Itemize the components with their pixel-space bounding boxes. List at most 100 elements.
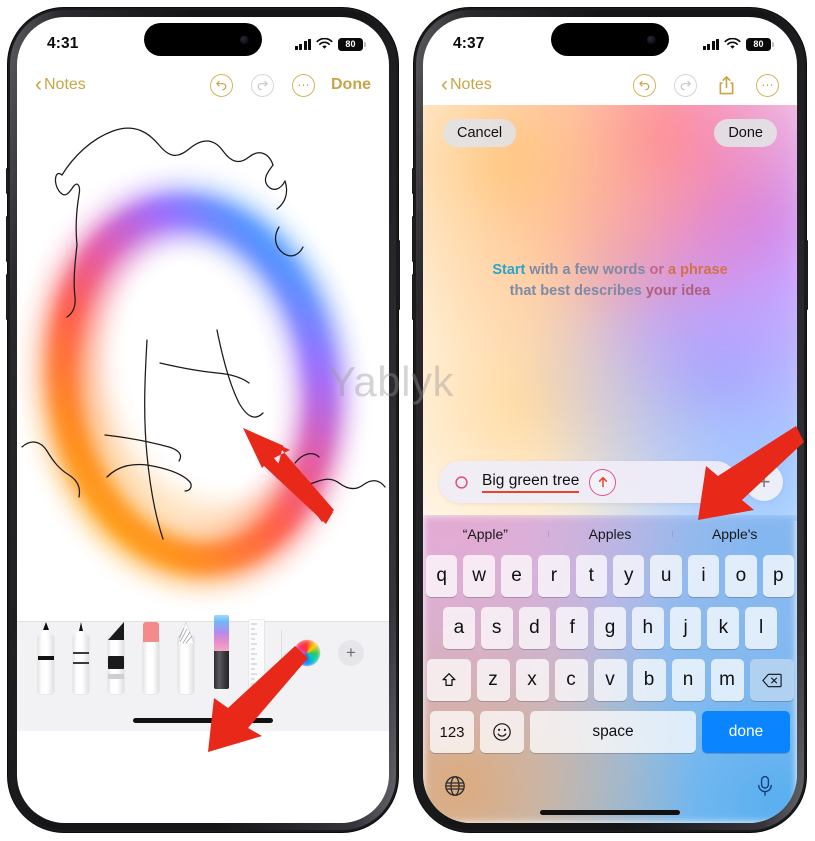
markup-tool-palette: + <box>17 615 389 731</box>
ruler-ticks-icon <box>251 623 257 685</box>
nav-bar-left: ‹ Notes ⋯ Done <box>17 65 389 105</box>
prompt-input-field[interactable]: Big green tree <box>439 461 737 503</box>
key-h[interactable]: h <box>631 607 664 649</box>
ellipsis-icon-right[interactable]: ⋯ <box>756 73 779 97</box>
key-x[interactable]: x <box>515 659 549 701</box>
suggestion-bar: “Apple” Apples Apple's <box>423 515 797 553</box>
key-d[interactable]: d <box>518 607 551 649</box>
key-f[interactable]: f <box>556 607 589 649</box>
front-camera-icon-right <box>647 35 656 44</box>
key-a[interactable]: a <box>442 607 475 649</box>
undo-icon-right[interactable] <box>633 73 656 97</box>
key-t[interactable]: t <box>575 555 607 597</box>
space-key[interactable]: space <box>530 711 696 753</box>
key-v[interactable]: v <box>593 659 627 701</box>
backspace-icon[interactable] <box>749 659 794 701</box>
battery-level: 80 <box>345 38 356 49</box>
cellular-bars-icon <box>294 38 311 50</box>
volume-up-button-right[interactable] <box>412 216 415 262</box>
drawing-canvas[interactable]: + <box>17 105 389 731</box>
prompt-text-value: Big green tree <box>482 472 580 493</box>
keyboard-done-key[interactable]: done <box>702 711 790 753</box>
volume-up-button[interactable] <box>6 216 9 262</box>
mute-switch[interactable] <box>6 168 9 194</box>
power-button[interactable] <box>397 240 400 310</box>
keyboard-row-1: q w e r t y u i o p <box>425 555 795 597</box>
crayon-tip-icon <box>178 622 194 644</box>
battery-level-right: 80 <box>753 38 764 49</box>
emoji-icon[interactable] <box>480 711 524 753</box>
playground-top-bar: Cancel Done <box>423 119 797 147</box>
suggestion-item-2[interactable]: Apple's <box>672 526 797 542</box>
mesh-gradient-background <box>423 105 797 521</box>
key-z[interactable]: z <box>476 659 510 701</box>
ink-sketch-strokes <box>21 127 386 540</box>
globe-icon[interactable] <box>443 774 467 798</box>
key-j[interactable]: j <box>669 607 702 649</box>
left-screen: 4:31 80 ‹ Notes ⋯ Done + <box>17 17 389 823</box>
key-o[interactable]: o <box>725 555 757 597</box>
home-indicator-right[interactable] <box>540 810 680 815</box>
cancel-button[interactable]: Cancel <box>443 119 517 147</box>
prompt-row: Big green tree + <box>439 461 783 503</box>
key-q[interactable]: q <box>425 555 458 597</box>
key-s[interactable]: s <box>480 607 513 649</box>
back-to-notes-button-right[interactable]: ‹ Notes <box>441 72 492 96</box>
crayon-tool[interactable] <box>175 622 197 694</box>
key-g[interactable]: g <box>594 607 626 649</box>
shift-icon[interactable] <box>426 659 471 701</box>
status-bar-right: 4:37 80 <box>423 17 797 65</box>
front-camera-icon <box>240 35 249 44</box>
key-n[interactable]: n <box>671 659 705 701</box>
hint-word-start: Start <box>492 262 526 278</box>
wifi-icon <box>316 38 333 49</box>
key-e[interactable]: e <box>500 555 533 597</box>
microphone-icon[interactable] <box>753 774 777 798</box>
key-i[interactable]: i <box>687 555 720 597</box>
key-k[interactable]: k <box>707 607 740 649</box>
dynamic-island <box>144 23 262 56</box>
add-prompt-button[interactable]: + <box>745 463 783 501</box>
share-icon[interactable] <box>715 74 738 97</box>
chevron-left-icon-right: ‹ <box>441 72 448 96</box>
numbers-key[interactable]: 123 <box>430 711 474 753</box>
volume-down-button-right[interactable] <box>412 274 415 320</box>
suggestion-item-0[interactable]: “Apple” <box>423 526 548 542</box>
key-u[interactable]: u <box>650 555 682 597</box>
home-indicator[interactable] <box>133 718 273 723</box>
key-p[interactable]: p <box>762 555 795 597</box>
key-r[interactable]: r <box>538 555 570 597</box>
key-b[interactable]: b <box>632 659 666 701</box>
color-wheel-button[interactable] <box>294 640 320 666</box>
redo-icon-right <box>674 73 697 97</box>
arrow-up-icon <box>598 476 608 488</box>
key-y[interactable]: y <box>613 555 645 597</box>
undo-icon[interactable] <box>210 73 233 97</box>
ruler-tool[interactable] <box>245 620 267 694</box>
add-tool-button[interactable]: + <box>338 640 364 666</box>
status-bar-left: 4:31 80 <box>17 17 389 65</box>
key-m[interactable]: m <box>710 659 744 701</box>
suggestion-item-1[interactable]: Apples <box>547 526 673 542</box>
key-w[interactable]: w <box>463 555 495 597</box>
onscreen-keyboard: “Apple” Apples Apple's q w e r t y u i o… <box>423 515 797 823</box>
highlighter-tool[interactable] <box>140 622 162 694</box>
playground-done-button[interactable]: Done <box>714 119 777 147</box>
image-wand-tool[interactable] <box>210 615 232 691</box>
volume-down-button[interactable] <box>6 274 9 320</box>
marker-tool[interactable] <box>105 622 127 694</box>
power-button-right[interactable] <box>805 240 808 310</box>
pencil-tool[interactable] <box>70 622 92 694</box>
pen-tool[interactable] <box>35 622 57 694</box>
back-to-notes-button[interactable]: ‹ Notes <box>35 72 86 96</box>
key-l[interactable]: l <box>745 607 778 649</box>
image-playground-canvas: Cancel Done Start with a few words or a … <box>423 105 797 521</box>
key-c[interactable]: c <box>554 659 588 701</box>
done-button[interactable]: Done <box>331 76 371 94</box>
ellipsis-icon[interactable]: ⋯ <box>292 73 315 97</box>
prompt-submit-button[interactable] <box>589 468 617 496</box>
chevron-left-icon: ‹ <box>35 72 42 96</box>
mute-switch-right[interactable] <box>412 168 415 194</box>
keyboard-row-4: 123 space done <box>426 711 794 753</box>
keyboard-row-2: a s d f g h j k l <box>426 607 794 649</box>
